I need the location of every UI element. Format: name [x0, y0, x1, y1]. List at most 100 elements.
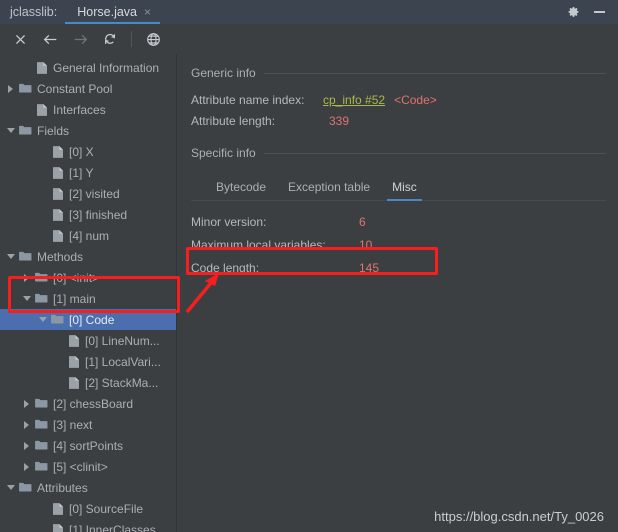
generic-info-rule: [263, 72, 606, 74]
toolbar: [0, 24, 618, 54]
folder-icon: [33, 456, 50, 477]
close-button[interactable]: [6, 26, 34, 52]
file-icon: [33, 99, 50, 120]
tree-node[interactable]: [3] next: [0, 414, 176, 435]
back-button[interactable]: [36, 26, 64, 52]
folder-icon: [33, 288, 50, 309]
tree-node-label: Fields: [37, 123, 70, 138]
misc-row: Code length: 145: [191, 256, 606, 279]
chevron-right-icon[interactable]: [20, 393, 33, 414]
watermark-text: https://blog.csdn.net/Ty_0026: [434, 509, 604, 524]
generic-info-title: Generic info: [191, 66, 256, 80]
attribute-length-row: Attribute length: 339: [191, 114, 606, 128]
file-icon: [49, 519, 66, 532]
file-icon: [65, 330, 82, 351]
tree-node[interactable]: [2] visited: [0, 183, 176, 204]
attribute-length-value: 339: [329, 114, 350, 128]
chevron-down-icon[interactable]: [20, 288, 33, 309]
tree-node[interactable]: Constant Pool: [0, 78, 176, 99]
class-structure-tree[interactable]: General Information Constant Pool Interfac…: [0, 54, 177, 532]
folder-icon: [33, 414, 50, 435]
tree-node[interactable]: General Information: [0, 57, 176, 78]
chevron-right-icon[interactable]: [20, 267, 33, 288]
titlebar-spacer: [160, 0, 560, 24]
tree-node[interactable]: [0] X: [0, 141, 176, 162]
file-icon: [49, 183, 66, 204]
title-bar: jclasslib: Horse.java ×: [0, 0, 618, 24]
chevron-right-icon[interactable]: [20, 435, 33, 456]
misc-rows: Minor version: 6 Maximum local variables: 1…: [191, 210, 606, 279]
misc-row-value: 6: [359, 214, 366, 229]
tree-node[interactable]: [0] <init>: [0, 267, 176, 288]
tree-node-label: [3] finished: [69, 207, 128, 222]
tree-node[interactable]: [1] Y: [0, 162, 176, 183]
attribute-name-index-label: Attribute name index:: [191, 93, 305, 107]
file-icon: [49, 225, 66, 246]
attribute-detail-panel: Generic info Attribute name index: cp_in…: [177, 54, 618, 532]
generic-info-header: Generic info: [191, 66, 606, 80]
file-icon: [49, 141, 66, 162]
app-name-label: jclasslib:: [10, 5, 58, 19]
tree-node[interactable]: [4] num: [0, 225, 176, 246]
file-icon: [49, 204, 66, 225]
tree-node-label: Interfaces: [53, 102, 106, 117]
misc-row-value: 10: [359, 237, 373, 252]
tab-horse-java[interactable]: Horse.java ×: [65, 0, 160, 24]
tree-node-label: [0] SourceFile: [69, 501, 144, 516]
file-icon: [49, 162, 66, 183]
folder-icon: [17, 78, 34, 99]
tree-node[interactable]: [5] <clinit>: [0, 456, 176, 477]
chevron-down-icon[interactable]: [4, 120, 17, 141]
tree-node[interactable]: Attributes: [0, 477, 176, 498]
tree-node[interactable]: [3] finished: [0, 204, 176, 225]
tree-node-label: [0] X: [69, 144, 94, 159]
reload-button[interactable]: [96, 26, 124, 52]
tree-node[interactable]: [0] Code: [0, 309, 176, 330]
detail-tab[interactable]: Misc: [381, 176, 428, 201]
tree-node-label: [1] Y: [69, 165, 94, 180]
file-icon: [65, 351, 82, 372]
tree-node[interactable]: [1] LocalVari...: [0, 351, 176, 372]
specific-info-rule: [263, 152, 606, 154]
attribute-name-index-link[interactable]: cp_info #52: [323, 93, 385, 107]
file-icon: [65, 372, 82, 393]
tree-node[interactable]: [1] main: [0, 288, 176, 309]
folder-icon: [33, 267, 50, 288]
tree-node-label: [0] Code: [69, 312, 115, 327]
tree-node[interactable]: [0] LineNum...: [0, 330, 176, 351]
attribute-length-label: Attribute length:: [191, 114, 276, 128]
chevron-down-icon[interactable]: [4, 246, 17, 267]
tree-node[interactable]: Interfaces: [0, 99, 176, 120]
file-icon: [33, 57, 50, 78]
chevron-right-icon[interactable]: [20, 414, 33, 435]
misc-row: Minor version: 6: [191, 210, 606, 233]
tree-node[interactable]: [4] sortPoints: [0, 435, 176, 456]
forward-button[interactable]: [66, 26, 94, 52]
gear-icon[interactable]: [560, 0, 586, 24]
chevron-right-icon[interactable]: [20, 456, 33, 477]
detail-tabs[interactable]: Bytecode Exception table Misc: [191, 176, 606, 201]
tree-node[interactable]: Methods: [0, 246, 176, 267]
tab-close-icon[interactable]: ×: [144, 6, 151, 18]
globe-icon[interactable]: [139, 26, 167, 52]
folder-icon: [33, 435, 50, 456]
tree-node[interactable]: [2] StackMa...: [0, 372, 176, 393]
misc-row-label: Maximum local variables:: [191, 237, 326, 252]
chevron-down-icon[interactable]: [4, 477, 17, 498]
tree-node[interactable]: [0] SourceFile: [0, 498, 176, 519]
tree-node-label: [0] LineNum...: [85, 333, 160, 348]
detail-tab[interactable]: Bytecode: [205, 176, 277, 201]
chevron-right-icon[interactable]: [4, 78, 17, 99]
tree-node[interactable]: [1] InnerClasses: [0, 519, 176, 532]
chevron-down-icon[interactable]: [36, 309, 49, 330]
misc-row-label: Minor version:: [191, 214, 267, 229]
tree-node-label: [1] InnerClasses: [69, 522, 156, 532]
tree-node[interactable]: Fields: [0, 120, 176, 141]
tree-node[interactable]: [2] chessBoard: [0, 393, 176, 414]
tree-node-label: General Information: [53, 60, 160, 75]
toolbar-separator: [131, 31, 132, 47]
detail-tab[interactable]: Exception table: [277, 176, 381, 201]
minimize-icon[interactable]: [586, 0, 612, 24]
folder-icon: [17, 120, 34, 141]
jclasslib-window: jclasslib: Horse.java × General Informat…: [0, 0, 618, 532]
